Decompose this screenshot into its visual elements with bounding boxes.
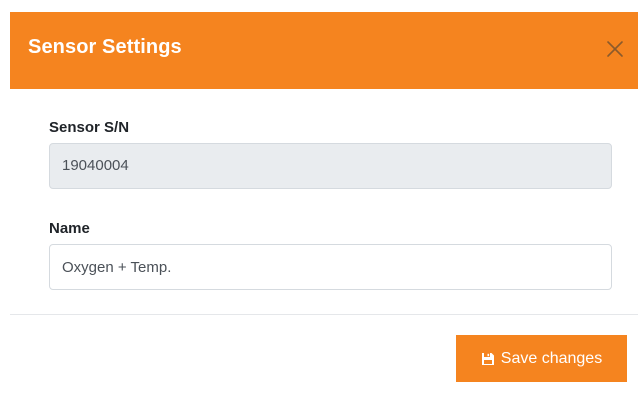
footer-divider [10,314,638,315]
name-input[interactable] [49,244,612,290]
modal-title: Sensor Settings [28,36,182,58]
close-button[interactable] [603,37,627,61]
sensor-settings-modal: Sensor Settings Sensor S/N 19040004 Name… [10,12,638,399]
close-icon [603,37,627,61]
name-label: Name [49,220,90,237]
modal-header: Sensor Settings [10,12,638,89]
floppy-disk-icon [481,352,495,366]
sensor-sn-field: 19040004 [49,143,612,189]
save-changes-button[interactable]: Save changes [456,335,627,382]
save-button-label: Save changes [500,349,603,367]
sensor-sn-label: Sensor S/N [49,119,130,136]
